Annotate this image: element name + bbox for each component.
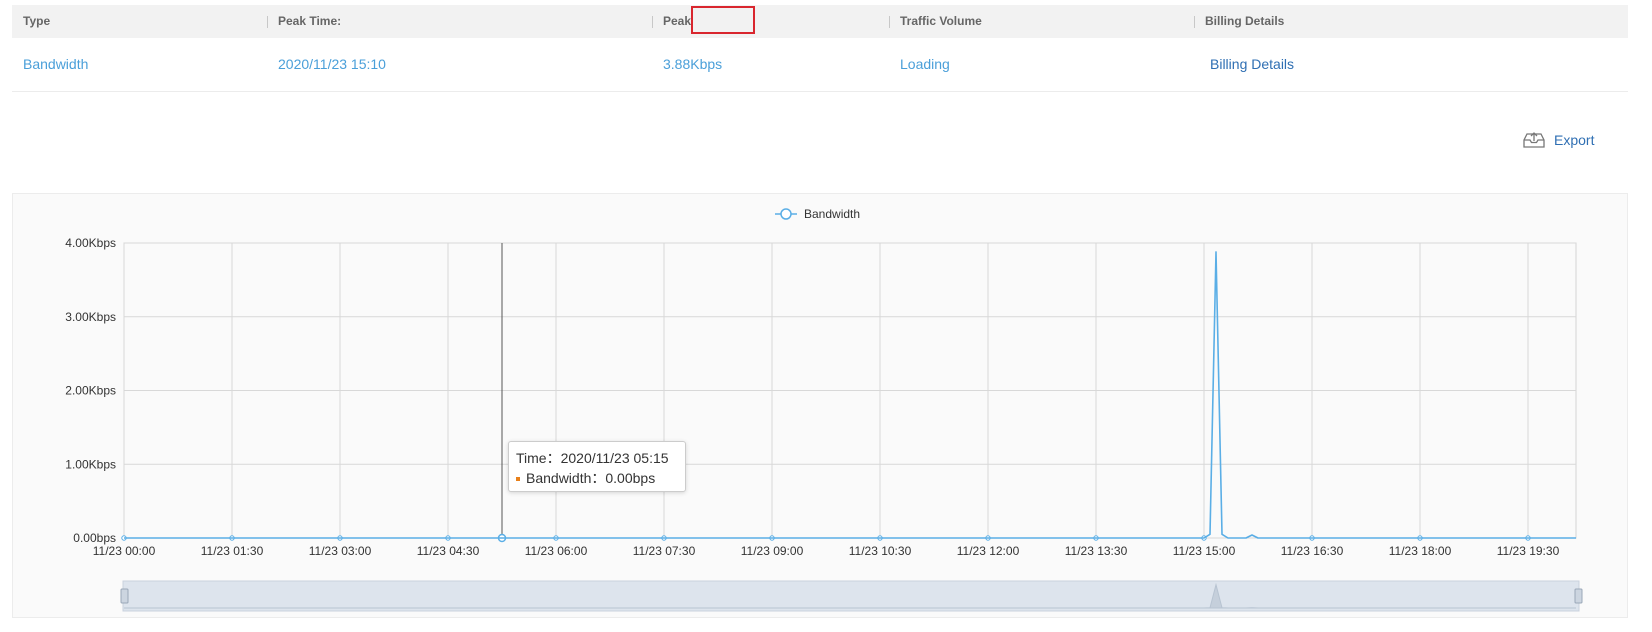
x-tick-label: 11/23 18:00 bbox=[1389, 544, 1452, 558]
x-tick-label: 11/23 03:00 bbox=[309, 544, 372, 558]
tooltip-time: Time：2020/11/23 05:15 bbox=[516, 450, 669, 466]
legend-marker bbox=[780, 208, 792, 220]
tooltip-value-row: Bandwidth：0.00bps bbox=[516, 468, 685, 488]
bandwidth-series-line bbox=[124, 251, 1576, 539]
data-zoom-slider[interactable] bbox=[120, 580, 1583, 612]
tooltip-series-marker bbox=[516, 477, 520, 482]
x-tick-label: 11/23 09:00 bbox=[741, 544, 804, 558]
x-tick-label: 11/23 19:30 bbox=[1497, 544, 1560, 558]
x-tick-label: 11/23 15:00 bbox=[1173, 544, 1236, 558]
x-tick-label: 11/23 12:00 bbox=[957, 544, 1020, 558]
y-tick-label: 4.00Kbps bbox=[65, 236, 116, 250]
y-tick-label: 0.00bps bbox=[73, 531, 116, 545]
x-tick-label: 11/23 10:30 bbox=[849, 544, 912, 558]
y-tick-label: 2.00Kbps bbox=[65, 384, 116, 398]
zoom-handle-left[interactable] bbox=[120, 588, 129, 604]
y-tick-label: 3.00Kbps bbox=[65, 310, 116, 324]
x-tick-label: 11/23 07:30 bbox=[633, 544, 696, 558]
zoom-handle-right[interactable] bbox=[1574, 588, 1583, 604]
bandwidth-chart: Bandwidth 0.00bps 1.00Kbps 2.00Kbps 3.00Kbp… bbox=[65, 207, 1583, 612]
x-tick-label: 11/23 13:30 bbox=[1065, 544, 1128, 558]
chart-tooltip: Time：2020/11/23 05:15 Bandwidth：0.00bps bbox=[508, 441, 686, 492]
y-tick-label: 1.00Kbps bbox=[65, 457, 116, 471]
x-tick-label: 11/23 00:00 bbox=[93, 544, 156, 558]
chart-legend[interactable]: Bandwidth bbox=[775, 207, 860, 221]
x-tick-label: 11/23 06:00 bbox=[525, 544, 588, 558]
x-tick-label: 11/23 01:30 bbox=[201, 544, 264, 558]
x-tick-label: 11/23 04:30 bbox=[417, 544, 480, 558]
x-tick-label: 11/23 16:30 bbox=[1281, 544, 1344, 558]
tooltip-value: Bandwidth：0.00bps bbox=[526, 470, 656, 486]
legend-label: Bandwidth bbox=[804, 207, 860, 221]
zoom-slider-track[interactable] bbox=[122, 580, 1580, 612]
